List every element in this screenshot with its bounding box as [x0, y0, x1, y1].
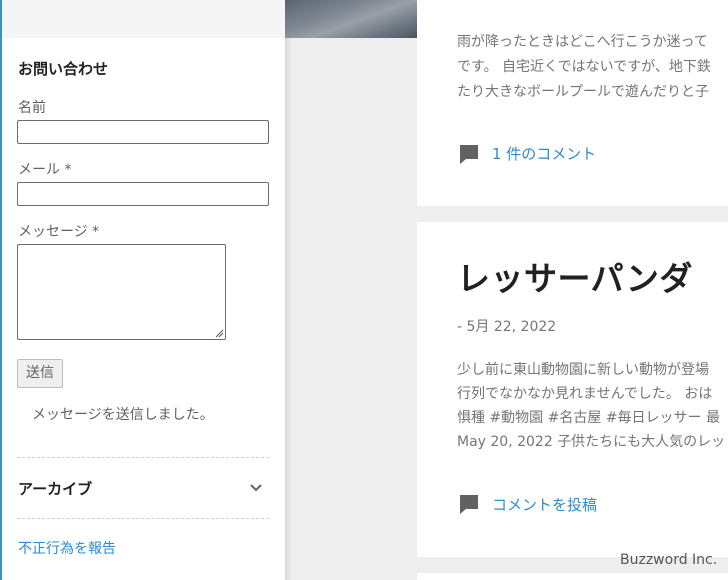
- sidebar-top-area: [2, 0, 285, 38]
- name-input[interactable]: [17, 120, 269, 144]
- contact-form-title: お問い合わせ: [18, 60, 109, 78]
- comment-count-link[interactable]: 1 件のコメント: [492, 143, 596, 164]
- post-excerpt-line: たり大きなボールプールで遊んだりと子: [457, 84, 709, 100]
- name-label: 名前: [18, 100, 46, 116]
- divider: [17, 457, 269, 458]
- divider: [17, 518, 269, 519]
- sidebar-shadow: [285, 0, 291, 580]
- email-input[interactable]: [17, 182, 269, 206]
- sent-confirmation: メッセージを送信しました。: [32, 407, 214, 423]
- post-card: [417, 573, 728, 580]
- chevron-down-icon[interactable]: [248, 479, 264, 495]
- header-image: [285, 0, 417, 38]
- archive-title[interactable]: アーカイブ: [18, 478, 92, 499]
- send-button[interactable]: 送信: [17, 359, 63, 388]
- comment-icon[interactable]: [458, 493, 480, 515]
- resize-grip-icon[interactable]: [214, 328, 224, 338]
- post-comment-link[interactable]: コメントを投稿: [492, 494, 597, 515]
- post-excerpt-line: May 20, 2022 子供たちにも大人気のレッ: [457, 434, 726, 450]
- post-excerpt-line: 行列でなかなか見れませんでした。 おは: [457, 386, 713, 402]
- comment-icon[interactable]: [458, 143, 480, 165]
- post-excerpt-line: 雨が降ったときはどこへ行こうか迷って: [457, 34, 708, 50]
- post-excerpt-line: 惧種 #動物園 #名古屋 #毎日レッサー 最: [457, 410, 720, 426]
- post-excerpt-line: です。 自宅近くではないですが、地下鉄: [457, 59, 711, 75]
- report-abuse-link[interactable]: 不正行為を報告: [18, 538, 116, 558]
- watermark: Buzzword Inc.: [620, 552, 718, 568]
- post-card: レッサーパンダ - 5月 22, 2022 少し前に東山動物園に新しい動物が登場…: [417, 222, 728, 557]
- post-card: 雨が降ったときはどこへ行こうか迷って です。 自宅近くではないですが、地下鉄 た…: [417, 0, 728, 206]
- message-textarea[interactable]: [17, 244, 226, 340]
- email-label: メール *: [18, 162, 72, 178]
- post-date[interactable]: - 5月 22, 2022: [457, 316, 556, 336]
- post-excerpt-line: 少し前に東山動物園に新しい動物が登場: [457, 362, 709, 378]
- post-title[interactable]: レッサーパンダ: [457, 252, 693, 300]
- sidebar: お問い合わせ 名前 メール * メッセージ * 送信 メッセージを送信しました。…: [2, 38, 285, 580]
- message-label: メッセージ *: [18, 224, 100, 240]
